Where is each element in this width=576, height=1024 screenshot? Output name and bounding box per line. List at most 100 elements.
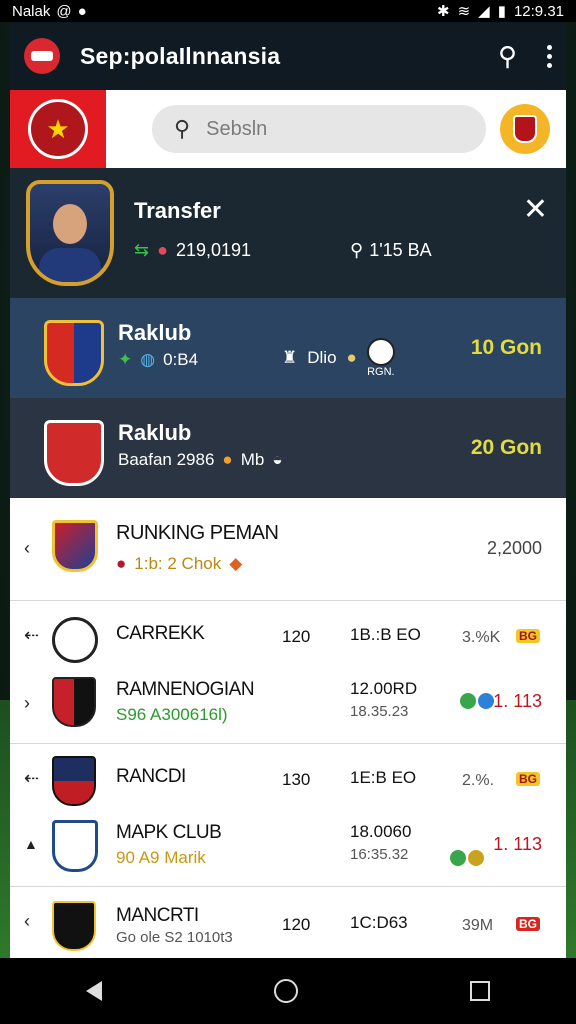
shirt-icon: ♜ — [282, 348, 298, 367]
transfer-stat-value: ⚲ 1'15 BA — [350, 240, 432, 260]
system-nav-bar — [0, 958, 576, 1024]
medal-icon: ● — [116, 554, 127, 573]
recents-icon[interactable] — [470, 981, 490, 1001]
back-icon[interactable] — [86, 981, 102, 1001]
match-pct: 2.%. — [462, 772, 495, 789]
bluetooth-icon: ✱ — [436, 3, 450, 20]
club-badge-icon — [52, 756, 96, 806]
player-icon: ✦ — [118, 350, 133, 369]
club-badge-icon — [52, 617, 98, 663]
match-group: ⇠ CARREKK 120 1B.:B EO 3.%K BG › RAMNENO… — [10, 601, 566, 744]
match-time: 1B.:B EO — [350, 625, 421, 644]
arrow-left-icon[interactable]: ⇠ — [24, 625, 39, 646]
ranking-list: ‹ RUNKING PEMAN ● 1:b: 2 Chok ◆ 2,2000 ⇠… — [10, 498, 566, 958]
status-dots — [450, 850, 484, 866]
club-name: Raklub — [118, 320, 192, 345]
club-row[interactable]: Raklub Baafan 2986 ● Mb ◒ 20 Gon — [10, 398, 566, 498]
chevron-left-icon[interactable]: ‹ — [24, 538, 30, 559]
club-badge-icon — [44, 420, 104, 486]
match-sub: 90 A9 Marik — [116, 848, 206, 867]
club-row[interactable]: Raklub ✦ ◍ 0:B4 ♜ Dlio ● RGN. 10 Gon — [10, 298, 566, 398]
match-pct: 3.%K — [462, 629, 501, 646]
transfer-stat-fee: ⇆ ● 219,0191 — [134, 240, 252, 260]
arrow-left-icon[interactable]: ⇠ — [24, 768, 39, 789]
match-sub: Go ole S2 1010t3 — [116, 929, 233, 946]
match-c1: 120 — [282, 627, 311, 646]
club-mid: ♜ Dlio ● RGN. — [282, 338, 395, 378]
club-badge-icon — [44, 320, 104, 386]
match-name: CARREKK — [116, 623, 205, 644]
search-input[interactable]: ⚲ Sebsln — [152, 105, 486, 153]
match-pct: 39M — [462, 917, 494, 934]
club-crest-icon: ★ — [28, 99, 88, 159]
ranking-row[interactable]: ‹ RUNKING PEMAN ● 1:b: 2 Chok ◆ 2,2000 — [10, 498, 566, 601]
money-icon: ● — [157, 240, 168, 260]
club-badge-icon — [52, 677, 96, 727]
profile-badge-icon[interactable] — [500, 104, 550, 154]
club-amount: 10 Gon — [470, 336, 542, 359]
match-row[interactable]: ‹ MANCRTI Go ole S2 1010t3 120 1C:D63 39… — [10, 887, 566, 958]
carrier-label: Nalak — [12, 2, 51, 20]
club-badge-icon — [52, 520, 98, 572]
notification-icon: @ — [56, 2, 72, 20]
home-icon[interactable] — [274, 979, 298, 1003]
match-score: 1. 113 — [493, 691, 542, 711]
app-panel: Sep:polaIlnnansia ⚲ ★ ⚲ Sebsln Transfer … — [10, 22, 566, 958]
club-badge-icon — [52, 820, 98, 872]
shield-icon: ◆ — [229, 554, 243, 573]
ranking-sub: ● 1:b: 2 Chok ◆ — [116, 554, 243, 573]
match-tag[interactable]: BG — [516, 917, 540, 931]
match-tag[interactable]: BG — [516, 772, 540, 786]
club-amount: 20 Gon — [470, 436, 542, 459]
app-title: Sep:polaIlnnansia — [80, 42, 281, 69]
transfer-card[interactable]: Transfer ⇆ ● 219,0191 ⚲ 1'15 BA ✕ — [10, 168, 566, 298]
app-logo-icon — [24, 38, 60, 74]
match-time: 18.0060 — [350, 822, 412, 841]
match-c1: 130 — [282, 770, 311, 789]
triangle-icon[interactable]: ▲ — [24, 836, 38, 852]
medal-icon: ● — [222, 450, 233, 469]
match-sub: S96 A300616l) — [116, 705, 228, 724]
match-date: 16:35.32 — [350, 846, 409, 863]
trophy-icon: ● — [346, 348, 357, 367]
more-menu-icon[interactable] — [547, 44, 552, 68]
close-icon[interactable]: ✕ — [523, 192, 548, 227]
ranking-value: 2,2000 — [486, 538, 542, 558]
match-time: 12.00RD — [350, 679, 418, 698]
match-name: RANCDI — [116, 766, 186, 787]
match-name: RAMNENOGIAN — [116, 679, 255, 700]
match-date: 18.35.23 — [350, 703, 409, 720]
match-time: 1C:D63 — [350, 913, 408, 932]
club-sub: Baafan 2986 ● Mb ◒ — [118, 450, 283, 469]
app-notification-icon: ● — [77, 2, 87, 20]
clock: 12:9.31 — [513, 2, 564, 20]
globe-icon: ◍ — [140, 350, 156, 369]
club-flag[interactable]: ★ — [10, 90, 106, 168]
search-icon: ⚲ — [174, 116, 191, 141]
match-name: MAPK CLUB — [116, 822, 222, 843]
status-bar: Nalak @ ● ✱ ≋ ◢ ▮ 12:9.31 — [0, 0, 576, 22]
pin-icon: ⚲ — [350, 240, 364, 260]
search-placeholder: Sebsln — [206, 117, 268, 140]
app-bar: Sep:polaIlnnansia ⚲ — [10, 22, 566, 90]
transfer-title: Transfer — [134, 198, 221, 223]
chevron-right-icon[interactable]: › — [24, 693, 30, 714]
search-row: ★ ⚲ Sebsln — [10, 90, 566, 168]
helmet-icon: ◒ — [272, 450, 283, 469]
chevron-left-icon[interactable]: ‹ — [24, 911, 30, 932]
ranking-title: RUNKING PEMAN — [116, 522, 279, 544]
signal-icon: ◢ — [478, 3, 490, 20]
player-avatar — [26, 180, 114, 286]
match-c1: 120 — [282, 915, 311, 934]
search-icon[interactable]: ⚲ — [498, 41, 517, 72]
battery-icon: ▮ — [497, 3, 506, 20]
wifi-icon: ≋ — [457, 3, 471, 20]
match-time: 1E:B EO — [350, 768, 417, 787]
club-badge-icon — [52, 901, 96, 951]
match-score: 1. 113 — [493, 834, 542, 854]
club-name: Raklub — [118, 420, 192, 445]
status-dots — [460, 693, 494, 709]
arrows-icon: ⇆ — [134, 240, 150, 260]
match-tag[interactable]: BG — [516, 629, 540, 643]
club-sub: ✦ ◍ 0:B4 — [118, 350, 199, 369]
